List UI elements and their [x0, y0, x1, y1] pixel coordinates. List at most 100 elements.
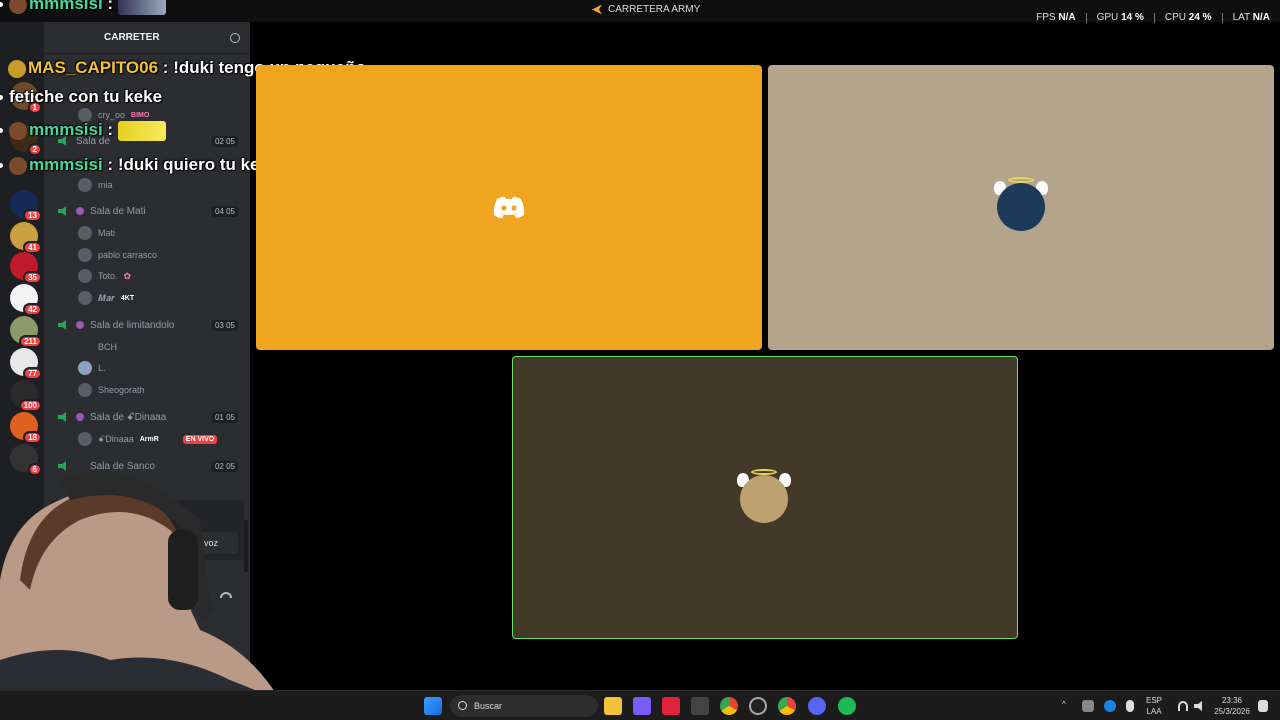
video-tile[interactable] — [256, 65, 762, 350]
taskbar: Buscar ^ ESP LAA 23:36 25/3/2026 — [0, 690, 1280, 720]
server-icon[interactable]: 35 — [10, 252, 42, 284]
app-icon — [592, 4, 602, 15]
chat-separator: : — [158, 58, 169, 77]
member-tag: ArmR — [139, 435, 159, 443]
divider — [1153, 13, 1155, 23]
chat-message: fetiche con tu keke — [0, 87, 162, 107]
voice-member[interactable]: Toto. ✿ — [78, 267, 131, 285]
user-count-limit: 05 — [226, 206, 235, 216]
voice-member[interactable]: L. — [78, 359, 106, 377]
bullet-icon — [0, 128, 3, 134]
member-name: 𝑴𝒂𝒓 — [98, 292, 115, 303]
member-tag: BIMO — [131, 111, 150, 119]
live-badge: EN VIVO — [182, 434, 218, 444]
clock[interactable]: 23:36 25/3/2026 — [1212, 695, 1252, 717]
voice-channel[interactable]: Sala de Mati 04 05 — [58, 202, 238, 220]
chat-username: MAS_CAPITO06 — [28, 58, 159, 77]
chat-username: mmmsisi — [29, 155, 103, 174]
clock-time: 23:36 — [1221, 696, 1243, 705]
chat-avatar — [9, 0, 27, 14]
cpu-label: CPU — [1164, 12, 1186, 23]
search-icon — [458, 701, 467, 710]
member-name: Mati — [98, 228, 116, 238]
voice-member[interactable]: mia — [78, 176, 113, 194]
voice-channel[interactable]: Sala de ꗃDinaaa 01 05 — [58, 408, 238, 426]
notification-icon[interactable] — [1258, 700, 1268, 712]
voice-channel-name: Sala de limitandolo — [90, 319, 175, 331]
gpu-value: 14 % — [1121, 12, 1144, 23]
avatar — [78, 269, 92, 283]
volume-icon[interactable] — [1194, 701, 1202, 711]
voice-member[interactable]: 𝑴𝒂𝒓 4KT — [78, 289, 134, 307]
tray-icon[interactable] — [1082, 700, 1094, 712]
video-tile[interactable] — [768, 65, 1274, 350]
member-name: Sheogorath — [98, 385, 145, 395]
people-icon — [76, 207, 84, 215]
server-icon[interactable]: 77 — [10, 348, 42, 380]
server-icon[interactable]: 42 — [10, 284, 42, 316]
bullet-icon — [0, 163, 3, 169]
avatar — [78, 291, 92, 305]
chat-username: mmmsisi — [29, 0, 103, 13]
store-icon[interactable] — [691, 697, 709, 715]
title-bar: CARRETERA ARMY FPS N/A GPU 14 % CPU 24 %… — [0, 0, 1280, 23]
member-name: Toto. — [98, 271, 118, 281]
fps-value: N/A — [1058, 12, 1076, 23]
user-count-current: 03 — [214, 320, 224, 330]
app-icon[interactable] — [662, 697, 680, 715]
voice-member[interactable]: pablo carrasco — [78, 246, 157, 264]
discord-icon[interactable] — [808, 697, 826, 715]
server-badge: 77 — [23, 367, 42, 380]
chat-username: mmmsisi — [29, 120, 103, 139]
microphone-icon[interactable] — [1126, 700, 1134, 712]
add-member-icon[interactable] — [230, 32, 240, 43]
voice-channel-name: Sala de ꗃDinaaa — [90, 411, 167, 423]
app-icon[interactable] — [749, 697, 767, 715]
keyboard-layout: LAA — [1146, 707, 1162, 716]
language-indicator[interactable]: ESP LAA — [1146, 695, 1162, 717]
member-name: pablo carrasco — [98, 250, 158, 260]
user-count-current: 01 — [214, 412, 224, 422]
wifi-icon[interactable] — [1178, 701, 1188, 711]
clock-date: 25/3/2026 — [1214, 707, 1250, 716]
window-title-text: CARRETERA ARMY — [608, 4, 701, 15]
voice-member[interactable]: Mati — [78, 224, 115, 242]
voice-member[interactable]: BCH — [78, 338, 117, 356]
member-name: ꗃDinaaa — [98, 433, 134, 444]
chrome-icon[interactable] — [778, 697, 796, 715]
avatar — [78, 361, 92, 375]
gpu-stat: GPU 14 % — [1097, 12, 1144, 23]
server-icon[interactable]: 13 — [10, 190, 42, 222]
server-badge: 13 — [23, 209, 42, 222]
avatar — [740, 475, 788, 523]
speaker-icon — [58, 320, 66, 330]
file-explorer-icon[interactable] — [604, 697, 622, 715]
server-name: CARRETER — [104, 32, 160, 43]
avatar — [78, 340, 92, 354]
server-icon[interactable]: 211 — [10, 316, 42, 348]
server-icon[interactable]: 100 — [10, 380, 42, 412]
server-header[interactable]: CARRETER — [44, 22, 250, 54]
server-badge: 100 — [18, 399, 42, 412]
fps-stat: FPS N/A — [1036, 12, 1075, 23]
spotify-icon[interactable] — [838, 697, 856, 715]
voice-channel[interactable]: Sala de limitandolo 03 05 — [58, 316, 238, 334]
user-count: 01 05 — [211, 411, 238, 423]
cpu-value: 24 % — [1188, 12, 1212, 23]
chrome-icon[interactable] — [720, 697, 738, 715]
voice-member[interactable]: ꗃDinaaa ArmR EN VIVO — [78, 430, 218, 448]
search-input[interactable]: Buscar — [450, 695, 598, 717]
member-name: L. — [98, 363, 106, 373]
video-tile-speaking[interactable] — [512, 356, 1018, 639]
start-icon[interactable] — [424, 697, 442, 715]
lat-value: N/A — [1252, 12, 1270, 23]
server-icon[interactable]: 41 — [10, 222, 42, 254]
server-icon[interactable]: 18 — [10, 412, 42, 444]
chat-separator: : — [102, 155, 114, 174]
onedrive-icon[interactable] — [1104, 700, 1116, 712]
user-avatar — [994, 177, 1048, 231]
app-icon[interactable] — [633, 697, 651, 715]
chevron-up-icon[interactable]: ^ — [1062, 699, 1066, 710]
voice-member[interactable]: Sheogorath — [78, 381, 145, 399]
avatar — [78, 248, 92, 262]
